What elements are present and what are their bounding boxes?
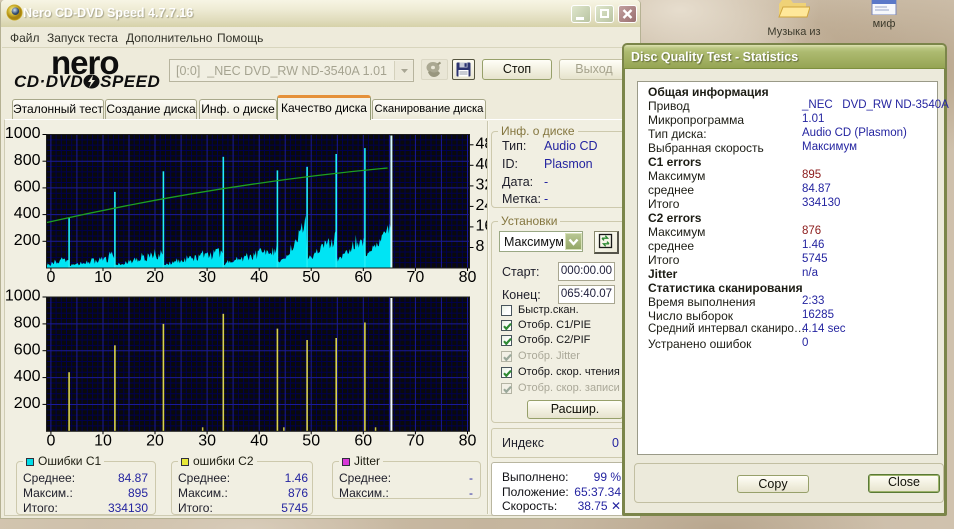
svg-text:50: 50	[302, 269, 320, 286]
svg-text:600: 600	[14, 179, 41, 196]
svg-text:20: 20	[146, 432, 164, 449]
svg-text:32: 32	[476, 177, 488, 194]
svg-text:16: 16	[476, 218, 488, 235]
svg-text:40: 40	[476, 156, 488, 173]
svg-text:10: 10	[94, 269, 112, 286]
svg-text:24: 24	[476, 197, 488, 214]
svg-text:10: 10	[94, 432, 112, 449]
svg-text:800: 800	[14, 152, 41, 169]
svg-text:1000: 1000	[5, 125, 41, 142]
svg-text:20: 20	[146, 269, 164, 286]
svg-text:70: 70	[407, 432, 425, 449]
svg-text:48: 48	[476, 135, 488, 152]
svg-text:400: 400	[14, 368, 41, 385]
svg-text:60: 60	[354, 432, 372, 449]
svg-text:400: 400	[14, 205, 41, 222]
svg-text:50: 50	[302, 432, 320, 449]
svg-text:40: 40	[250, 269, 268, 286]
svg-text:30: 30	[198, 269, 216, 286]
svg-text:40: 40	[250, 432, 268, 449]
svg-text:1000: 1000	[5, 288, 41, 305]
svg-text:60: 60	[354, 269, 372, 286]
svg-text:80: 80	[459, 432, 477, 449]
svg-text:8: 8	[476, 238, 485, 255]
svg-text:70: 70	[407, 269, 425, 286]
svg-text:200: 200	[14, 395, 41, 412]
svg-text:600: 600	[14, 341, 41, 358]
svg-text:80: 80	[459, 269, 477, 286]
svg-text:0: 0	[46, 432, 55, 449]
svg-text:0: 0	[46, 269, 55, 286]
svg-text:200: 200	[14, 232, 41, 249]
svg-text:800: 800	[14, 315, 41, 332]
svg-text:30: 30	[198, 432, 216, 449]
